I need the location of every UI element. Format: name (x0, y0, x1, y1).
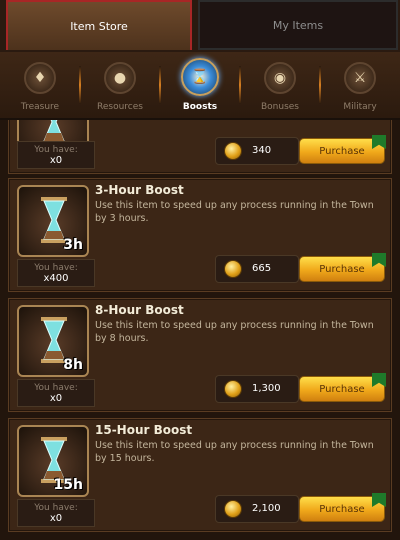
category-resources[interactable]: ● Resources (80, 52, 160, 118)
store-item: You have: x0 340 Purchase (8, 120, 392, 174)
category-bonuses-label: Bonuses (260, 102, 299, 112)
purchase-button-label: Purchase (319, 383, 365, 395)
price-box: 665 (215, 255, 299, 283)
category-treasure-label: Treasure (20, 102, 60, 112)
you-have-label: You have: (34, 382, 78, 393)
bonuses-icon: ◉ (264, 62, 296, 94)
duration-badge: 8h (63, 357, 83, 373)
item-price: 340 (252, 145, 272, 156)
item-title: 15-Hour Boost (95, 423, 193, 437)
price-box: 1,300 (215, 375, 299, 403)
price-box: 340 (215, 137, 299, 165)
you-have-box: You have: x400 (17, 259, 95, 287)
item-price: 665 (252, 263, 272, 274)
category-military[interactable]: ⚔ Military (320, 52, 400, 118)
purchase-button[interactable]: Purchase (299, 253, 386, 282)
store-item: 3h You have: x400 3-Hour Boost Use this … (8, 178, 392, 292)
store-item: 15h You have: x0 15-Hour Boost Use this … (8, 418, 392, 532)
owned-count: x0 (49, 512, 63, 524)
item-title: 8-Hour Boost (95, 303, 184, 317)
gold-coin-icon (224, 380, 242, 398)
you-have-label: You have: (34, 502, 78, 513)
top-tab-bar: Item Store My Items (0, 0, 400, 52)
category-treasure[interactable]: ♦ Treasure (0, 52, 80, 118)
item-icon-frame: 8h (17, 305, 89, 377)
gold-coin-icon (224, 260, 242, 278)
duration-badge: 15h (53, 477, 83, 493)
tab-item-store[interactable]: Item Store (6, 0, 192, 50)
you-have-box: You have: x0 (17, 499, 95, 527)
item-title: 3-Hour Boost (95, 183, 184, 197)
item-description: Use this item to speed up any process ru… (95, 200, 374, 224)
item-icon-frame: 3h (17, 185, 89, 257)
you-have-label: You have: (34, 144, 78, 155)
item-description: Use this item to speed up any process ru… (95, 320, 374, 344)
duration-badge: 3h (63, 237, 83, 253)
owned-count: x0 (49, 154, 63, 166)
you-have-box: You have: x0 (17, 141, 95, 169)
boosts-icon: ⌛ (181, 58, 219, 96)
item-price: 1,300 (252, 383, 281, 394)
store-item: 8h You have: x0 8-Hour Boost Use this it… (8, 298, 392, 412)
item-description: Use this item to speed up any process ru… (95, 440, 374, 464)
purchase-button[interactable]: Purchase (299, 373, 386, 402)
category-boosts[interactable]: ⌛ Boosts (160, 52, 240, 118)
category-military-label: Military (343, 102, 377, 112)
purchase-button[interactable]: Purchase (299, 135, 386, 164)
tab-my-items-label: My Items (272, 18, 324, 32)
item-icon-frame: 15h (17, 425, 89, 497)
gold-coin-icon (224, 142, 242, 160)
bookmark-icon (372, 135, 386, 149)
treasure-icon: ♦ (24, 62, 56, 94)
category-bar: ♦ Treasure ● Resources ⌛ Boosts ◉ Bonuse… (0, 52, 400, 120)
bookmark-icon (372, 373, 386, 387)
category-resources-label: Resources (97, 102, 143, 112)
resources-icon: ● (104, 62, 136, 94)
price-box: 2,100 (215, 495, 299, 523)
item-price: 2,100 (252, 503, 281, 514)
purchase-button[interactable]: Purchase (299, 493, 386, 522)
bookmark-icon (372, 493, 386, 507)
bookmark-icon (372, 253, 386, 267)
purchase-button-label: Purchase (319, 263, 365, 275)
category-bonuses[interactable]: ◉ Bonuses (240, 52, 320, 118)
tab-item-store-label: Item Store (70, 19, 128, 33)
you-have-label: You have: (34, 262, 78, 273)
gold-coin-icon (224, 500, 242, 518)
tab-my-items[interactable]: My Items (198, 0, 398, 50)
purchase-button-label: Purchase (319, 145, 365, 157)
you-have-box: You have: x0 (17, 379, 95, 407)
category-boosts-label: Boosts (182, 102, 218, 112)
purchase-button-label: Purchase (319, 503, 365, 515)
item-list[interactable]: You have: x0 340 Purchase 3h You have: x… (0, 120, 400, 540)
owned-count: x0 (49, 392, 63, 404)
owned-count: x400 (43, 272, 69, 284)
military-icon: ⚔ (344, 62, 376, 94)
